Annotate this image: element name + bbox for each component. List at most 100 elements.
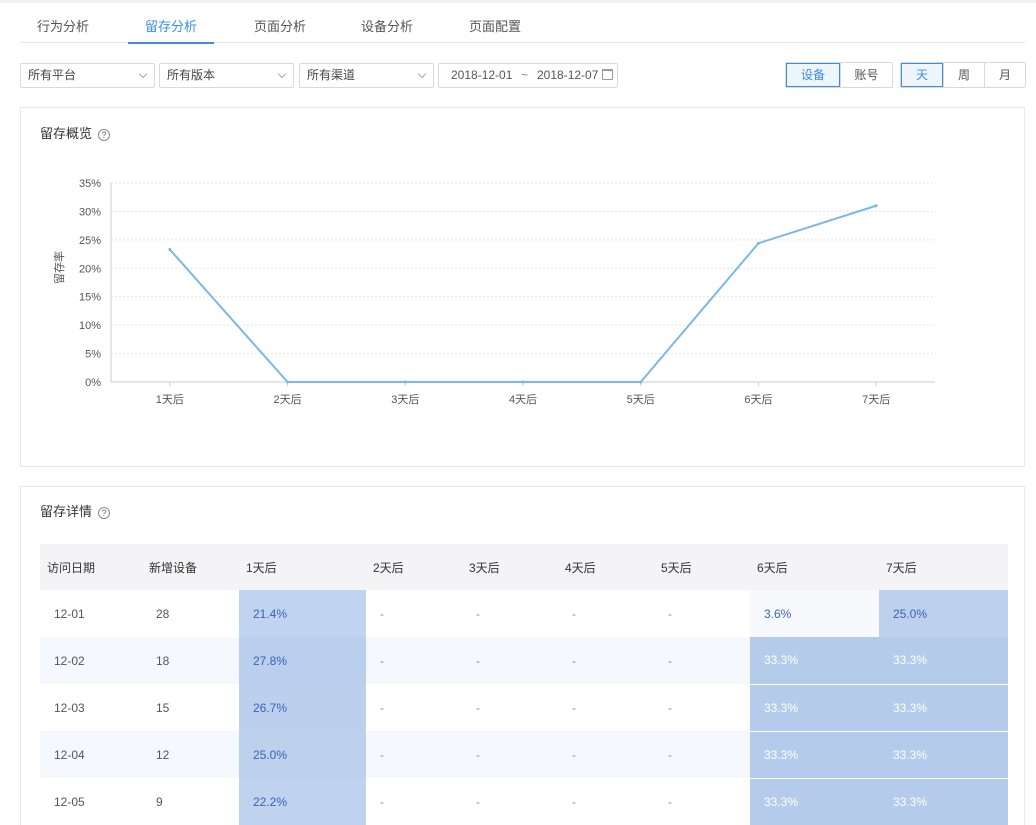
cell-retention-day-5: - (668, 606, 672, 621)
cell-visit-date: 12-05 (54, 794, 85, 809)
day-toggle-button[interactable]: 天 (901, 63, 943, 87)
cell-visit-date: 12-02 (40, 637, 142, 684)
channel-select[interactable]: 所有渠道 (299, 63, 434, 88)
cell-retention-day-4: - (558, 731, 654, 778)
retention-details-panel: 留存详情? 访问日期 新增设备 1天后 2天后 3天后 4天后 5天后 6天后 … (20, 486, 1025, 825)
details-title-text: 留存详情 (40, 504, 93, 519)
chevron-down-icon (138, 69, 148, 79)
y-tick-label: 0% (85, 377, 101, 389)
cell-retention-day-1: 25.0% (239, 731, 366, 778)
tab-device-analysis[interactable]: 设备分析 (349, 12, 425, 43)
cell-new-devices: 9 (156, 794, 163, 809)
account-toggle-button[interactable]: 账号 (840, 63, 892, 87)
version-select-value: 所有版本 (167, 68, 216, 82)
cell-retention-day-3: - (462, 637, 558, 684)
top-border (0, 0, 1036, 3)
retention-table: 访问日期 新增设备 1天后 2天后 3天后 4天后 5天后 6天后 7天后 12… (40, 544, 1008, 825)
col-day-2: 2天后 (366, 544, 462, 590)
data-point (521, 380, 525, 384)
y-tick-label: 25% (79, 235, 101, 247)
cell-retention-day-6: 3.6% (750, 590, 879, 637)
data-point (756, 241, 760, 245)
y-axis-label: 留存率 (52, 251, 66, 284)
platform-select[interactable]: 所有平台 (20, 63, 155, 88)
x-tick-label: 7天后 (862, 393, 890, 406)
table-row: 12-03 15 26.7% - - - -33.3% 33.3% (40, 684, 1008, 732)
col-new-devices: 新增设备 (142, 544, 239, 590)
col-day-4: 4天后 (558, 544, 654, 590)
y-tick-label: 10% (79, 320, 101, 332)
cell-retention-day-3: - (476, 700, 480, 715)
cell-retention-day-7: 25.0% (879, 590, 1008, 637)
data-point (286, 380, 290, 384)
cell-retention-day-6: 33.3% (750, 778, 879, 825)
cell-retention-day-6: 33.3% (750, 684, 879, 732)
analysis-tabs: 行为分析 留存分析 页面分析 设备分析 页面配置 (20, 12, 1025, 44)
cell-new-devices: 28 (156, 606, 170, 621)
device-toggle-button[interactable]: 设备 (786, 63, 840, 87)
col-day-7: 7天后 (879, 544, 1008, 590)
channel-select-value: 所有渠道 (307, 68, 356, 82)
cell-retention-day-4: - (572, 700, 576, 715)
cell-retention-day-4: - (558, 637, 654, 684)
retention-line-chart: 0% 5% 10% 15% 20% 25% 30% 35% 1天后 2天后 3天后 4天后 5天后 6天后… (52, 178, 935, 406)
cell-visit-date: 12-01 (54, 606, 85, 621)
cell-visit-date: 12-04 (40, 731, 142, 778)
tab-page-analysis[interactable]: 页面分析 (242, 12, 318, 43)
cell-retention-day-4: - (572, 606, 576, 621)
cell-retention-day-5: - (654, 731, 750, 778)
col-day-1: 1天后 (239, 544, 366, 590)
cell-retention-day-5: - (654, 637, 750, 684)
x-tick-label: 1天后 (156, 393, 184, 406)
version-select[interactable]: 所有版本 (159, 63, 294, 88)
cell-retention-day-7: 33.3% (879, 637, 1008, 685)
tab-page-config[interactable]: 页面配置 (457, 12, 533, 43)
date-end: 2018-12-07 (537, 68, 599, 82)
cell-new-devices: 18 (142, 637, 239, 684)
cell-retention-day-7: 33.3% (879, 778, 1008, 825)
series-line (169, 204, 877, 383)
date-range-picker[interactable]: 2018-12-01 ~ 2018-12-07 (438, 63, 618, 88)
data-point (168, 248, 172, 252)
table-row: 12-04 12 25.0% - - - -33.3% 33.3% (40, 731, 1008, 779)
retention-overview-panel: 留存概览? 0% 5% 10% 15% 20% 25% 30% 35% 1天后 2天后 3天后 4天后… (20, 107, 1025, 467)
y-tick-label: 15% (79, 292, 101, 304)
cell-retention-day-6: 33.3% (750, 637, 879, 685)
cell-new-devices: 15 (156, 700, 170, 715)
x-tick-label: 5天后 (627, 393, 655, 406)
col-day-3: 3天后 (462, 544, 558, 590)
col-day-5: 5天后 (654, 544, 750, 590)
help-icon[interactable]: ? (98, 507, 111, 519)
col-visit-date: 访问日期 (40, 544, 142, 590)
x-tick-label: 6天后 (744, 393, 772, 406)
cell-retention-day-4: - (572, 794, 576, 809)
table-row: 12-01 28 21.4% - - - -3.6% 25.0% (40, 590, 1008, 637)
y-tick-label: 35% (79, 178, 101, 190)
table-row: 12-02 18 27.8% - - - -33.3% 33.3% (40, 637, 1008, 685)
col-day-6: 6天后 (750, 544, 879, 590)
subject-toggle: 设备 账号 (785, 62, 893, 88)
chevron-down-icon (277, 69, 287, 79)
table-row: 12-05 9 22.2% - - - -33.3% 33.3% (40, 778, 1008, 825)
month-toggle-button[interactable]: 月 (984, 63, 1025, 87)
chevron-down-icon (417, 69, 427, 79)
y-tick-label: 20% (79, 263, 101, 275)
cell-retention-day-7: 33.3% (879, 684, 1008, 732)
data-point (874, 204, 878, 208)
cell-retention-day-3: - (476, 606, 480, 621)
details-title: 留存详情? (40, 501, 111, 520)
period-toggle: 天 周 月 (900, 62, 1026, 88)
cell-retention-day-2: - (366, 637, 462, 684)
cell-new-devices: 12 (142, 731, 239, 778)
week-toggle-button[interactable]: 周 (943, 63, 984, 87)
cell-retention-day-1: 27.8% (239, 637, 366, 684)
x-tick-label: 3天后 (391, 393, 419, 406)
cell-retention-day-1: 21.4% (239, 590, 366, 637)
cell-retention-day-1: 26.7% (239, 684, 366, 731)
platform-select-value: 所有平台 (28, 68, 77, 82)
tab-behavior-analysis[interactable]: 行为分析 (25, 12, 101, 43)
data-point (403, 380, 407, 384)
data-point (639, 380, 643, 384)
tab-retention-analysis[interactable]: 留存分析 (128, 12, 214, 44)
cell-retention-day-6: 33.3% (750, 731, 879, 779)
